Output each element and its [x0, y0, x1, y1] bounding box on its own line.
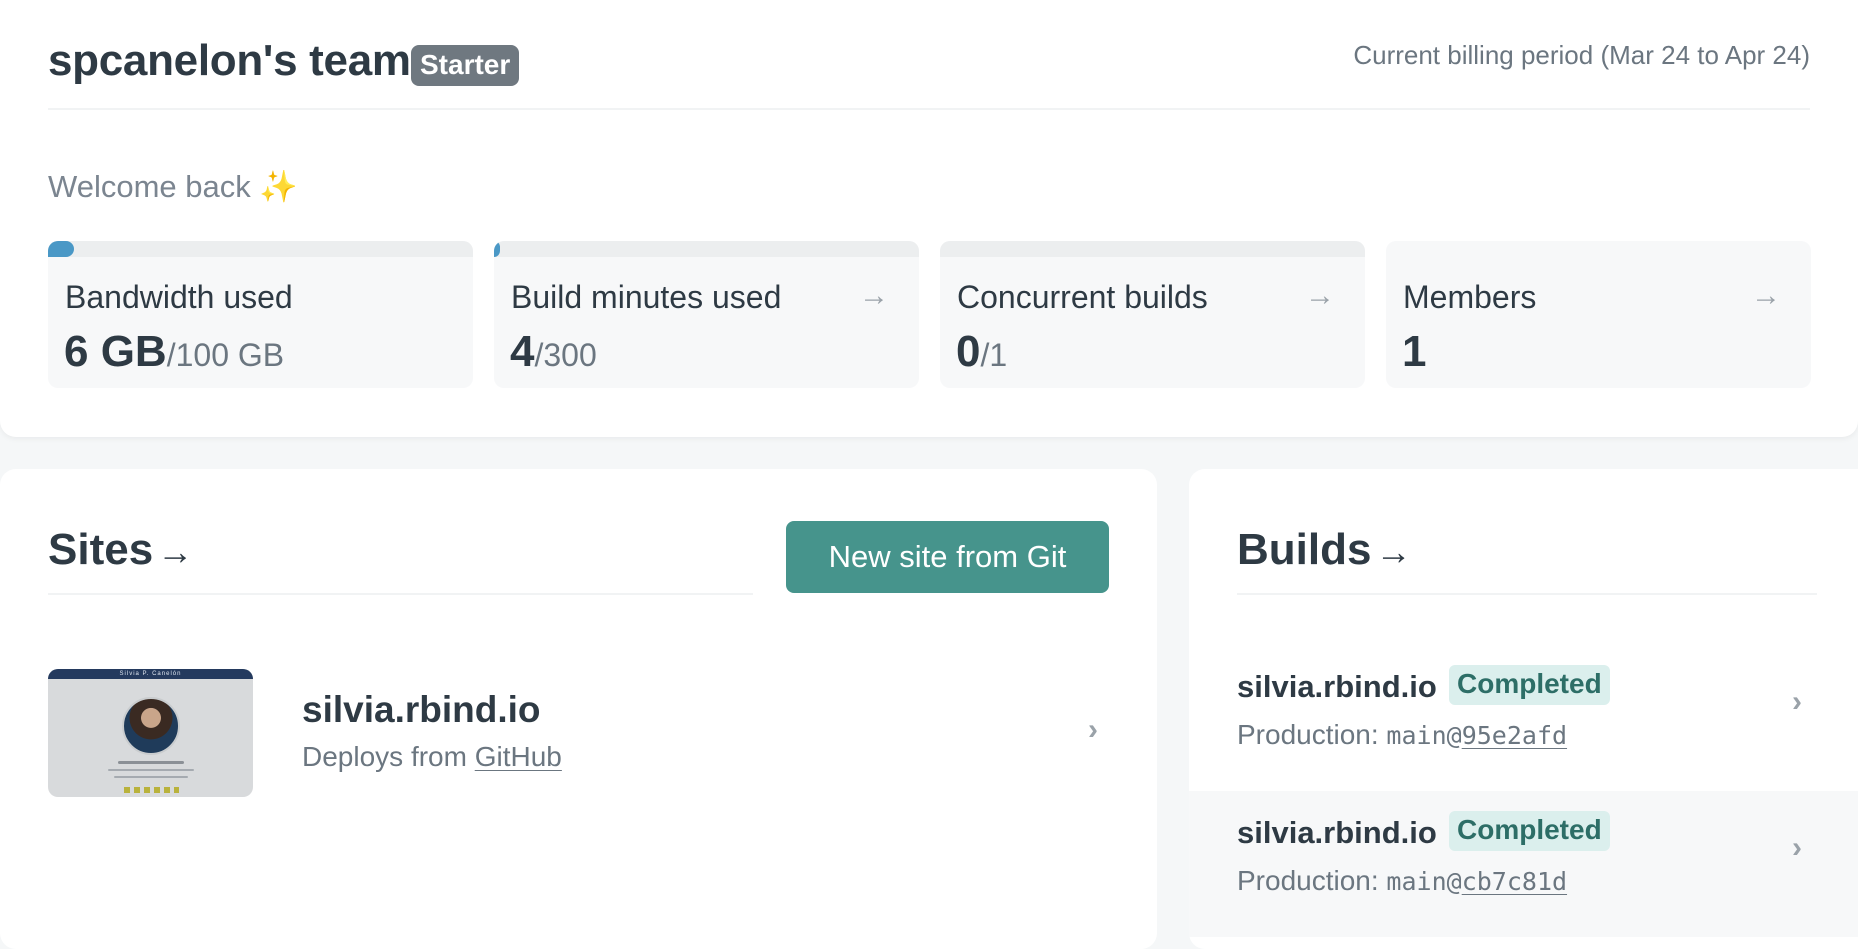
- chevron-right-icon[interactable]: ›: [1088, 713, 1098, 747]
- stat-value: 1: [1402, 327, 1426, 377]
- welcome-text: Welcome back: [48, 169, 251, 204]
- team-name: spcanelon's team: [48, 36, 411, 85]
- chevron-right-icon[interactable]: ›: [1792, 685, 1802, 719]
- billing-period: Current billing period (Mar 24 to Apr 24…: [1353, 40, 1810, 70]
- bandwidth-progress-fill: [48, 241, 74, 257]
- site-thumbnail: Silvia P. Canelón: [48, 669, 253, 797]
- status-badge: Completed: [1449, 811, 1610, 851]
- bandwidth-progress-track: [48, 241, 473, 257]
- new-site-from-git-button[interactable]: New site from Git: [786, 521, 1109, 593]
- build-context: Production: main@cb7c81d: [1237, 865, 1567, 897]
- stat-label: Concurrent builds: [957, 279, 1208, 315]
- concurrent-builds-progress-track: [940, 241, 1365, 257]
- status-badge: Completed: [1449, 665, 1610, 705]
- stat-label: Members: [1403, 279, 1537, 315]
- build-site-name: silvia.rbind.io: [1237, 669, 1437, 704]
- github-link[interactable]: GitHub: [475, 741, 562, 772]
- stat-value: 6 GB/100 GB: [64, 327, 284, 377]
- sites-card: Sites → New site from Git Silvia P. Canel…: [0, 469, 1157, 949]
- commit-link[interactable]: 95e2afd: [1462, 721, 1567, 750]
- build-minutes-progress-track: [494, 241, 919, 257]
- stat-value: 0/1: [956, 327, 1007, 377]
- welcome-message: Welcome back ✨: [48, 168, 298, 205]
- stat-value-number: 4: [510, 327, 535, 376]
- thumbnail-social-icons: [124, 787, 179, 793]
- thumbnail-site-name: Silvia P. Canelón: [119, 671, 182, 677]
- builds-card: Builds → silvia.rbind.io Completed Produc…: [1189, 469, 1858, 949]
- deploys-from-label: Deploys from: [302, 741, 467, 772]
- sites-title: Sites: [48, 525, 154, 574]
- build-row[interactable]: silvia.rbind.io Completed Production: ma…: [1189, 791, 1858, 937]
- stat-value-number: 6 GB: [64, 327, 167, 376]
- divider: [48, 593, 753, 595]
- team-header: spcanelon's team Starter Current billing…: [48, 30, 1810, 110]
- build-row[interactable]: silvia.rbind.io Completed Production: ma…: [1189, 645, 1858, 791]
- arrow-right-icon[interactable]: →: [1305, 279, 1335, 313]
- stat-label: Bandwidth used: [65, 279, 293, 315]
- arrow-right-icon[interactable]: →: [1751, 279, 1781, 313]
- stat-members[interactable]: Members → 1: [1386, 241, 1811, 388]
- stat-value: 4/300: [510, 327, 597, 377]
- stat-label: Build minutes used: [511, 279, 782, 315]
- builds-title-link[interactable]: Builds →: [1237, 525, 1411, 575]
- stat-concurrent-builds[interactable]: Concurrent builds → 0/1: [940, 241, 1365, 388]
- arrow-right-icon: →: [157, 531, 194, 572]
- chevron-right-icon[interactable]: ›: [1792, 831, 1802, 865]
- build-context: Production: main@95e2afd: [1237, 719, 1567, 751]
- stat-limit: /1: [980, 337, 1008, 373]
- builds-title: Builds: [1237, 525, 1372, 574]
- build-site-name: silvia.rbind.io: [1237, 815, 1437, 850]
- thumbnail-text-line: [114, 776, 188, 778]
- sites-title-link[interactable]: Sites →: [48, 525, 193, 575]
- thumbnail-text-line: [108, 769, 194, 771]
- build-branch: main@: [1386, 721, 1462, 750]
- stat-value-number: 1: [1402, 327, 1427, 376]
- site-name[interactable]: silvia.rbind.io: [302, 689, 541, 731]
- site-row[interactable]: Silvia P. Canelón silvia.rbind.io Deploy…: [48, 669, 1113, 799]
- sparkles-icon: ✨: [259, 169, 298, 204]
- team-overview-card: spcanelon's team Starter Current billing…: [0, 0, 1858, 437]
- build-context-label: Production:: [1237, 719, 1379, 750]
- plan-badge: Starter: [411, 45, 520, 86]
- arrow-right-icon[interactable]: →: [859, 279, 889, 313]
- arrow-right-icon: →: [1375, 531, 1412, 572]
- thumbnail-text-line: [118, 761, 184, 764]
- stat-limit: /300: [534, 337, 597, 373]
- commit-link[interactable]: cb7c81d: [1462, 867, 1567, 896]
- stat-value-number: 0: [956, 327, 981, 376]
- stat-build-minutes[interactable]: Build minutes used → 4/300: [494, 241, 919, 388]
- build-context-label: Production:: [1237, 865, 1379, 896]
- stat-bandwidth: Bandwidth used 6 GB/100 GB: [48, 241, 473, 388]
- divider: [1237, 593, 1817, 595]
- avatar: [122, 697, 180, 755]
- site-deploy-source: Deploys from GitHub: [302, 741, 562, 773]
- stat-limit: /100 GB: [166, 337, 285, 373]
- build-minutes-progress-fill: [494, 241, 500, 257]
- build-branch: main@: [1386, 867, 1462, 896]
